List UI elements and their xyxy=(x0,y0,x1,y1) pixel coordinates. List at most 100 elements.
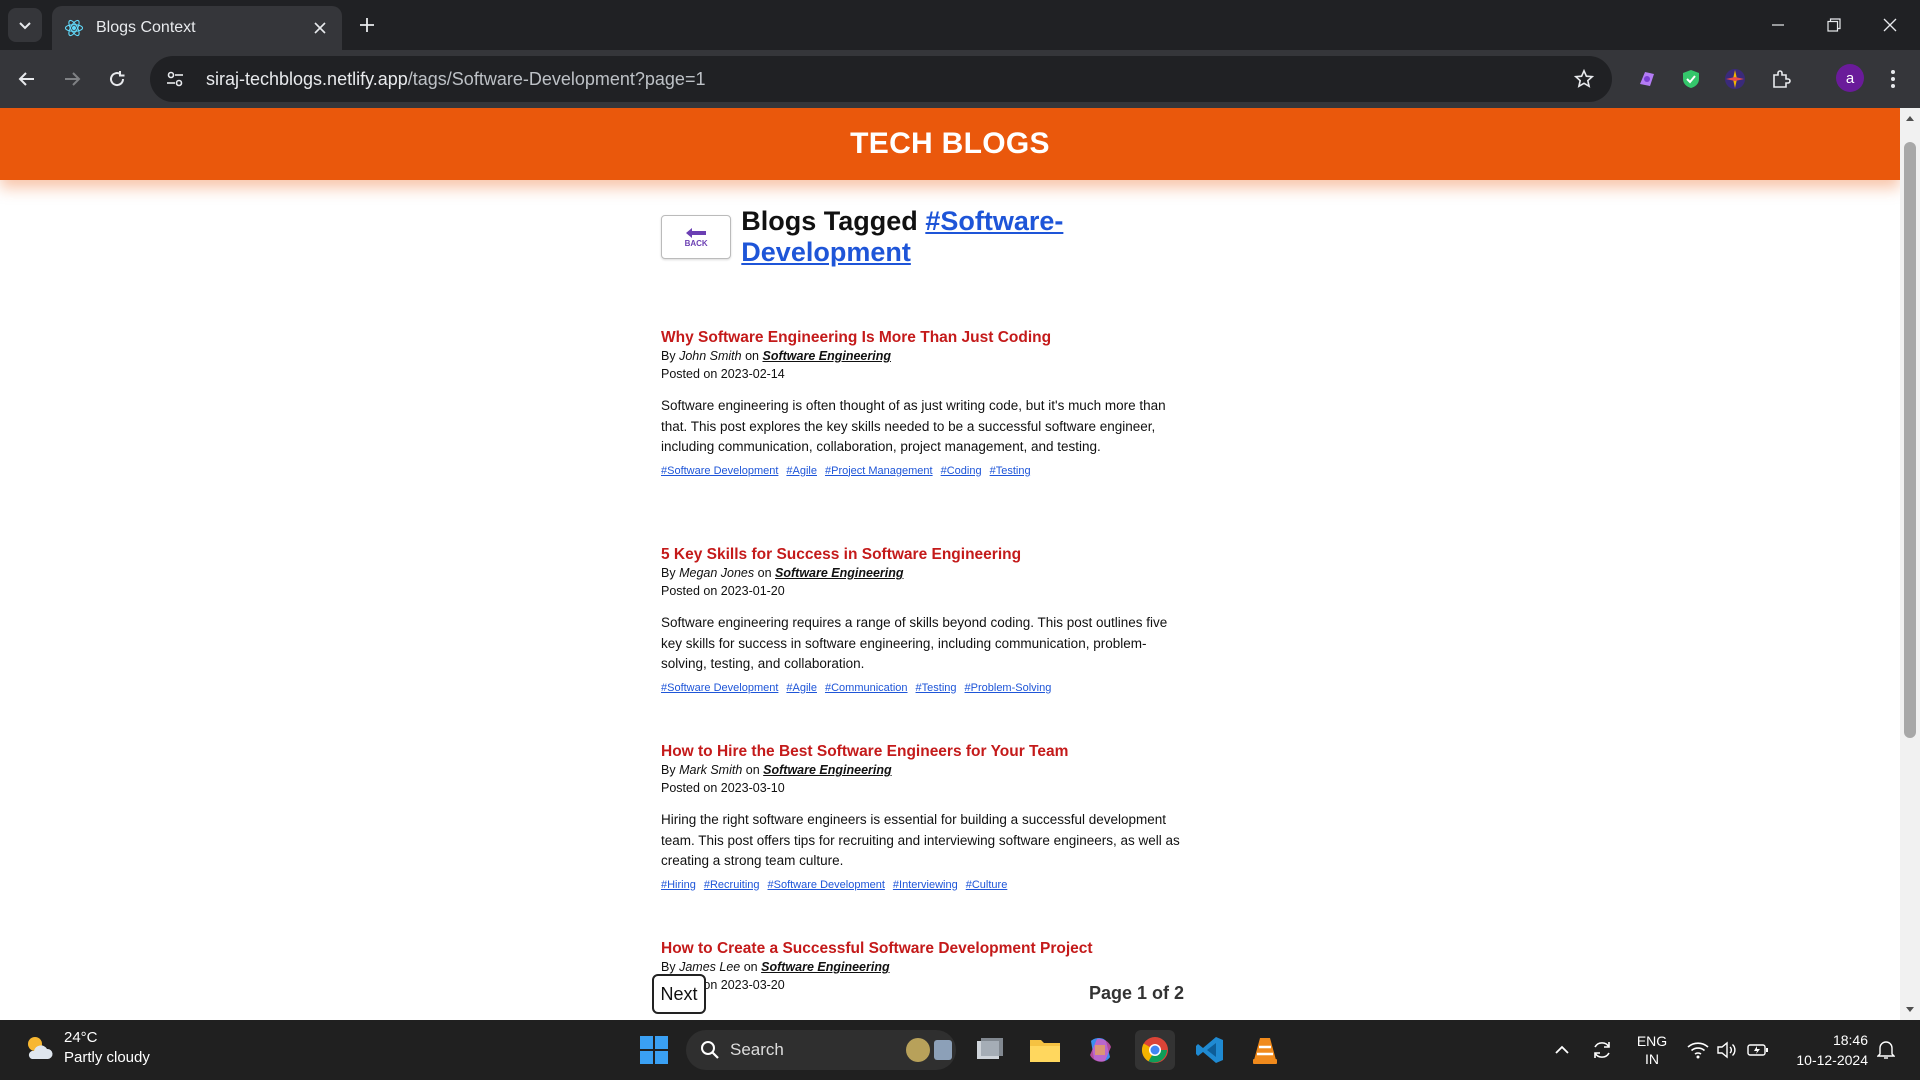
post-title-link[interactable]: 5 Key Skills for Success in Software Eng… xyxy=(661,545,1201,564)
kebab-menu-icon[interactable] xyxy=(1878,64,1908,94)
post-title-link[interactable]: Why Software Engineering Is More Than Ju… xyxy=(661,328,1201,347)
browser-toolbar: siraj-techblogs.netlify.app/tags/Softwar… xyxy=(0,50,1920,108)
new-tab-button[interactable] xyxy=(352,10,382,40)
system-clock[interactable]: 18:46 10-12-2024 xyxy=(1784,1030,1868,1070)
reload-button[interactable] xyxy=(100,62,134,96)
tab-title: Blogs Context xyxy=(96,19,196,36)
restore-button[interactable] xyxy=(1806,0,1862,50)
wifi-icon[interactable] xyxy=(1684,1020,1712,1080)
language-indicator[interactable]: ENG IN xyxy=(1632,1020,1672,1080)
vscode-icon[interactable] xyxy=(1190,1030,1230,1070)
post-tags: #Software Development #Agile #Communicatio… xyxy=(661,682,1201,694)
post-category-link[interactable]: Software Engineering xyxy=(761,960,890,974)
back-nav-button[interactable] xyxy=(10,62,44,96)
back-button[interactable]: BACK xyxy=(661,215,732,259)
show-hidden-icons[interactable] xyxy=(1548,1020,1576,1080)
post-excerpt: Software engineering requires a range of… xyxy=(661,615,1168,671)
chevron-up-icon xyxy=(1555,1045,1569,1054)
post-tags: #Hiring #Recruiting #Software Development #… xyxy=(661,879,1201,891)
react-logo-icon xyxy=(64,19,84,37)
back-arrow-icon xyxy=(686,227,707,238)
tag-link[interactable]: #Coding xyxy=(941,465,982,477)
post-on-label: on xyxy=(743,960,758,974)
address-bar[interactable]: siraj-techblogs.netlify.app/tags/Softwar… xyxy=(150,56,1612,102)
tag-link[interactable]: #Software Development xyxy=(768,879,885,891)
post-author: James Lee xyxy=(679,960,741,974)
reload-icon xyxy=(110,71,125,87)
plus-icon xyxy=(360,18,374,32)
tag-link[interactable]: #Recruiting xyxy=(704,879,760,891)
tag-link[interactable]: #Agile xyxy=(786,465,817,477)
post-category-link[interactable]: Software Engineering xyxy=(763,763,892,777)
tag-link[interactable]: #Software Development xyxy=(661,465,778,477)
extension-purple-icon[interactable] xyxy=(1632,64,1662,94)
tag-link[interactable]: #Problem-Solving xyxy=(965,682,1052,694)
post-category-link[interactable]: Software Engineering xyxy=(775,566,904,580)
shield-extension-icon[interactable] xyxy=(1676,64,1706,94)
taskbar-search[interactable]: Search xyxy=(686,1030,956,1070)
back-button-label: BACK xyxy=(684,238,708,248)
tag-link[interactable]: #Hiring xyxy=(661,879,696,891)
post-title-link[interactable]: How to Create a Successful Software Deve… xyxy=(661,939,1201,958)
url-host: siraj-techblogs.netlify.app xyxy=(206,68,408,89)
tag-link[interactable]: #Communication xyxy=(825,682,908,694)
restore-icon xyxy=(1827,18,1841,32)
blog-post: How to Hire the Best Software Engineers … xyxy=(661,742,1201,891)
pagination: Next Page 1 of 2 xyxy=(652,974,1184,1014)
bookmark-star-icon[interactable] xyxy=(1564,59,1604,99)
scroll-down-icon[interactable] xyxy=(1905,1004,1915,1014)
tab-search-button[interactable] xyxy=(8,8,42,42)
close-icon xyxy=(1883,18,1897,32)
language-code: ENG xyxy=(1636,1033,1668,1049)
tag-link[interactable]: #Software Development xyxy=(661,682,778,694)
tag-link[interactable]: #Testing xyxy=(916,682,957,694)
next-page-button[interactable]: Next xyxy=(652,974,706,1014)
post-category-link[interactable]: Software Engineering xyxy=(762,349,891,363)
browser-tab-active[interactable]: Blogs Context xyxy=(52,6,342,50)
vlc-icon[interactable] xyxy=(1245,1030,1285,1070)
weather-condition: Partly cloudy xyxy=(64,1049,150,1066)
copilot-icon[interactable] xyxy=(1080,1030,1120,1070)
close-window-button[interactable] xyxy=(1862,0,1918,50)
post-by-label: By xyxy=(661,566,676,580)
start-button[interactable] xyxy=(634,1030,674,1070)
page-indicator: Page 1 of 2 xyxy=(1088,983,1184,1003)
post-date: Posted on 2023-02-14 xyxy=(661,367,785,381)
site-title: TECH BLOGS xyxy=(850,127,1050,160)
post-date: Posted on 2023-03-10 xyxy=(661,781,785,795)
sync-icon[interactable] xyxy=(1586,1020,1618,1080)
notification-bell-icon[interactable] xyxy=(1874,1020,1898,1080)
tag-link[interactable]: #Project Management xyxy=(825,465,933,477)
minimize-button[interactable] xyxy=(1750,0,1806,50)
post-on-label: on xyxy=(745,763,760,777)
tag-link[interactable]: #Agile xyxy=(786,682,817,694)
arrow-right-icon xyxy=(65,72,81,86)
post-tags: #Software Development #Agile #Project Mana… xyxy=(661,465,1201,477)
volume-icon[interactable] xyxy=(1714,1020,1740,1080)
post-title-link[interactable]: How to Hire the Best Software Engineers … xyxy=(661,742,1201,761)
battery-icon[interactable] xyxy=(1744,1020,1772,1080)
scroll-thumb[interactable] xyxy=(1904,142,1916,738)
url-path: /tags/Software-Development?page=1 xyxy=(407,68,706,89)
forward-nav-button[interactable] xyxy=(55,62,89,96)
chrome-taskbar-icon[interactable] xyxy=(1135,1030,1175,1070)
main-content: BACK Blogs Tagged #Software-Development … xyxy=(661,206,1221,992)
tab-close-icon[interactable] xyxy=(310,18,330,38)
arrow-left-icon xyxy=(18,72,34,86)
page-scrollbar[interactable] xyxy=(1900,108,1920,1020)
post-byline: By Mark Smith on Software Engineering xyxy=(661,761,1201,779)
tag-link[interactable]: #Testing xyxy=(990,465,1031,477)
scroll-up-icon[interactable] xyxy=(1905,114,1915,124)
weather-widget[interactable]: 24°C Partly cloudy xyxy=(22,1028,150,1068)
profile-avatar[interactable]: a xyxy=(1836,64,1864,92)
tag-link[interactable]: #Culture xyxy=(966,879,1008,891)
tag-link[interactable]: #Interviewing xyxy=(893,879,958,891)
page-viewport: TECH BLOGS BACK Blogs Tagged #Software-D… xyxy=(0,108,1900,1020)
compass-extension-icon[interactable] xyxy=(1720,64,1750,94)
site-info-icon[interactable] xyxy=(154,58,196,100)
file-explorer-icon[interactable] xyxy=(1025,1030,1065,1070)
task-view-icon[interactable] xyxy=(970,1030,1010,1070)
post-byline: By John Smith on Software Engineering xyxy=(661,347,1201,365)
post-excerpt: Software engineering is often thought of… xyxy=(661,398,1166,454)
extensions-puzzle-icon[interactable] xyxy=(1766,64,1796,94)
